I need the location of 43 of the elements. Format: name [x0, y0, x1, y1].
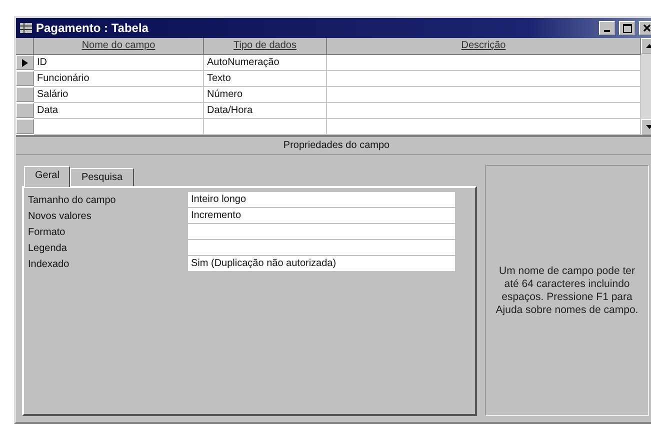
field-name-cell[interactable]: Salário: [34, 87, 204, 103]
column-header[interactable]: Tipo de dados: [204, 38, 327, 55]
up-arrow-icon: [646, 44, 651, 48]
field-name-cell[interactable]: Funcionário: [34, 71, 204, 87]
window-title: Pagamento : Tabela: [36, 21, 150, 35]
property-field[interactable]: [188, 224, 455, 240]
property-field[interactable]: Sim (Duplicação não autorizada): [188, 256, 455, 272]
data-type-cell[interactable]: Texto: [204, 71, 327, 87]
down-arrow-icon: [646, 125, 651, 129]
section-title: Propriedades do campo: [16, 137, 651, 155]
table-icon: [20, 23, 32, 33]
tab[interactable]: Geral: [24, 166, 70, 187]
help-text: Um nome de campo pode ter até 64 caracteres incluindo espaços. Pressione F1 para Ajuda sobre nomes de campo.: [494, 264, 640, 316]
property-label: Formato: [28, 226, 66, 238]
property-label: Novos valores: [28, 210, 92, 222]
data-type-cell[interactable]: [204, 119, 327, 135]
property-label: Indexado: [28, 258, 70, 270]
field-name-cell[interactable]: ID: [34, 55, 204, 71]
row-selector[interactable]: [16, 55, 34, 70]
data-type-cell[interactable]: AutoNumeração: [204, 55, 327, 71]
field-name-cell[interactable]: Data: [34, 103, 204, 119]
current-row-icon: [22, 58, 28, 66]
description-cell[interactable]: [327, 55, 641, 71]
description-cell[interactable]: [327, 71, 641, 87]
property-label: Legenda: [28, 242, 68, 254]
minimize-button[interactable]: [599, 21, 615, 35]
column-header[interactable]: Nome do campo: [34, 38, 204, 55]
close-icon: [643, 24, 651, 32]
data-type-cell[interactable]: Número: [204, 87, 327, 103]
property-field[interactable]: Inteiro longo: [188, 192, 455, 208]
description-cell[interactable]: [327, 119, 641, 135]
field-name-cell[interactable]: [34, 119, 204, 135]
description-cell[interactable]: [327, 103, 641, 119]
tab[interactable]: Pesquisa: [70, 168, 134, 186]
maximize-icon: [622, 24, 632, 32]
close-button[interactable]: [639, 21, 651, 35]
column-header[interactable]: Descrição: [327, 38, 641, 55]
property-label: Tamanho do campo: [28, 194, 117, 206]
property-field[interactable]: Incremento: [188, 208, 455, 224]
property-field[interactable]: [188, 240, 455, 256]
description-cell[interactable]: [327, 87, 641, 103]
maximize-button[interactable]: [619, 21, 635, 35]
data-type-cell[interactable]: Data/Hora: [204, 103, 327, 119]
